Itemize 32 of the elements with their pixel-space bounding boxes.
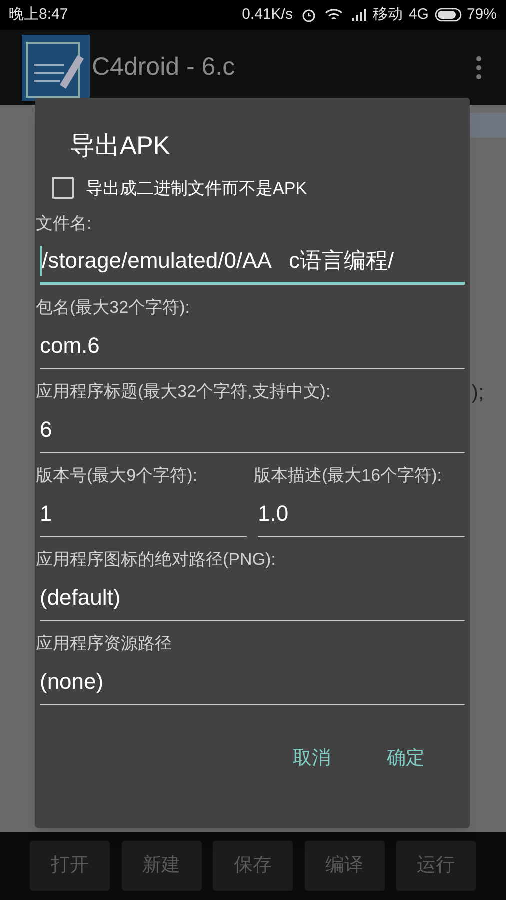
input-field[interactable]: 1 bbox=[40, 491, 247, 537]
input-field[interactable]: 1.0 bbox=[258, 491, 465, 537]
dialog-button[interactable]: 确定 bbox=[379, 741, 433, 778]
app-title: C4droid - 6.c bbox=[92, 52, 236, 83]
field-label: 包名(最大32个字符): bbox=[36, 297, 191, 319]
field-label: 应用程序标题(最大32个字符,支持中文): bbox=[36, 381, 332, 403]
network-type: 4G bbox=[408, 4, 429, 25]
field-label: 应用程序资源路径 bbox=[36, 633, 173, 655]
wifi-icon bbox=[324, 8, 343, 22]
field-label: 版本号(最大9个字符): bbox=[36, 465, 198, 487]
app-logo-icon bbox=[22, 34, 90, 100]
battery-level: 79% bbox=[466, 4, 497, 25]
field-label: 文件名: bbox=[36, 213, 93, 235]
clock: 晚上8:47 bbox=[9, 4, 68, 25]
input-field[interactable]: /storage/emulated/0/AA c语言编程/ bbox=[40, 239, 465, 285]
code-text: ); bbox=[472, 381, 484, 406]
alarm-icon bbox=[300, 7, 317, 23]
battery-icon bbox=[434, 8, 463, 22]
network-speed: 0.41K/s bbox=[242, 4, 293, 25]
dialog-title: 导出APK bbox=[70, 131, 172, 162]
checkbox[interactable] bbox=[52, 177, 74, 200]
input-field[interactable]: 6 bbox=[40, 407, 465, 453]
dialog-button[interactable]: 取消 bbox=[285, 741, 339, 778]
input-field[interactable]: (none) bbox=[40, 659, 465, 705]
field-label: 应用程序图标的绝对路径(PNG): bbox=[36, 549, 277, 571]
signal-icon bbox=[350, 9, 367, 21]
checkbox-label: 导出成二进制文件而不是APK bbox=[86, 178, 308, 200]
carrier-name: 移动 bbox=[372, 4, 403, 25]
input-field[interactable]: com.6 bbox=[40, 323, 465, 369]
input-field[interactable]: (default) bbox=[40, 575, 465, 621]
more-icon[interactable] bbox=[476, 56, 482, 80]
field-label: 版本描述(最大16个字符): bbox=[254, 465, 443, 487]
